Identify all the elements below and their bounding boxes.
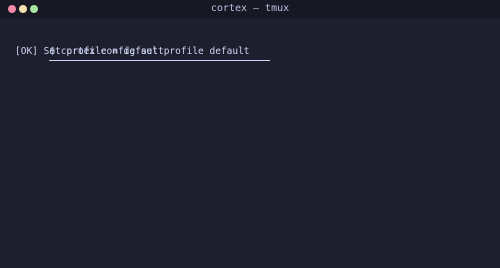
title-bar: cortex — tmux — [0, 0, 500, 18]
terminal-content[interactable]: $ cortex config set profile default [OK]… — [15, 31, 492, 61]
terminal-window: cortex — tmux $ cortex config set profil… — [0, 0, 500, 268]
window-title: cortex — tmux — [210, 3, 290, 14]
